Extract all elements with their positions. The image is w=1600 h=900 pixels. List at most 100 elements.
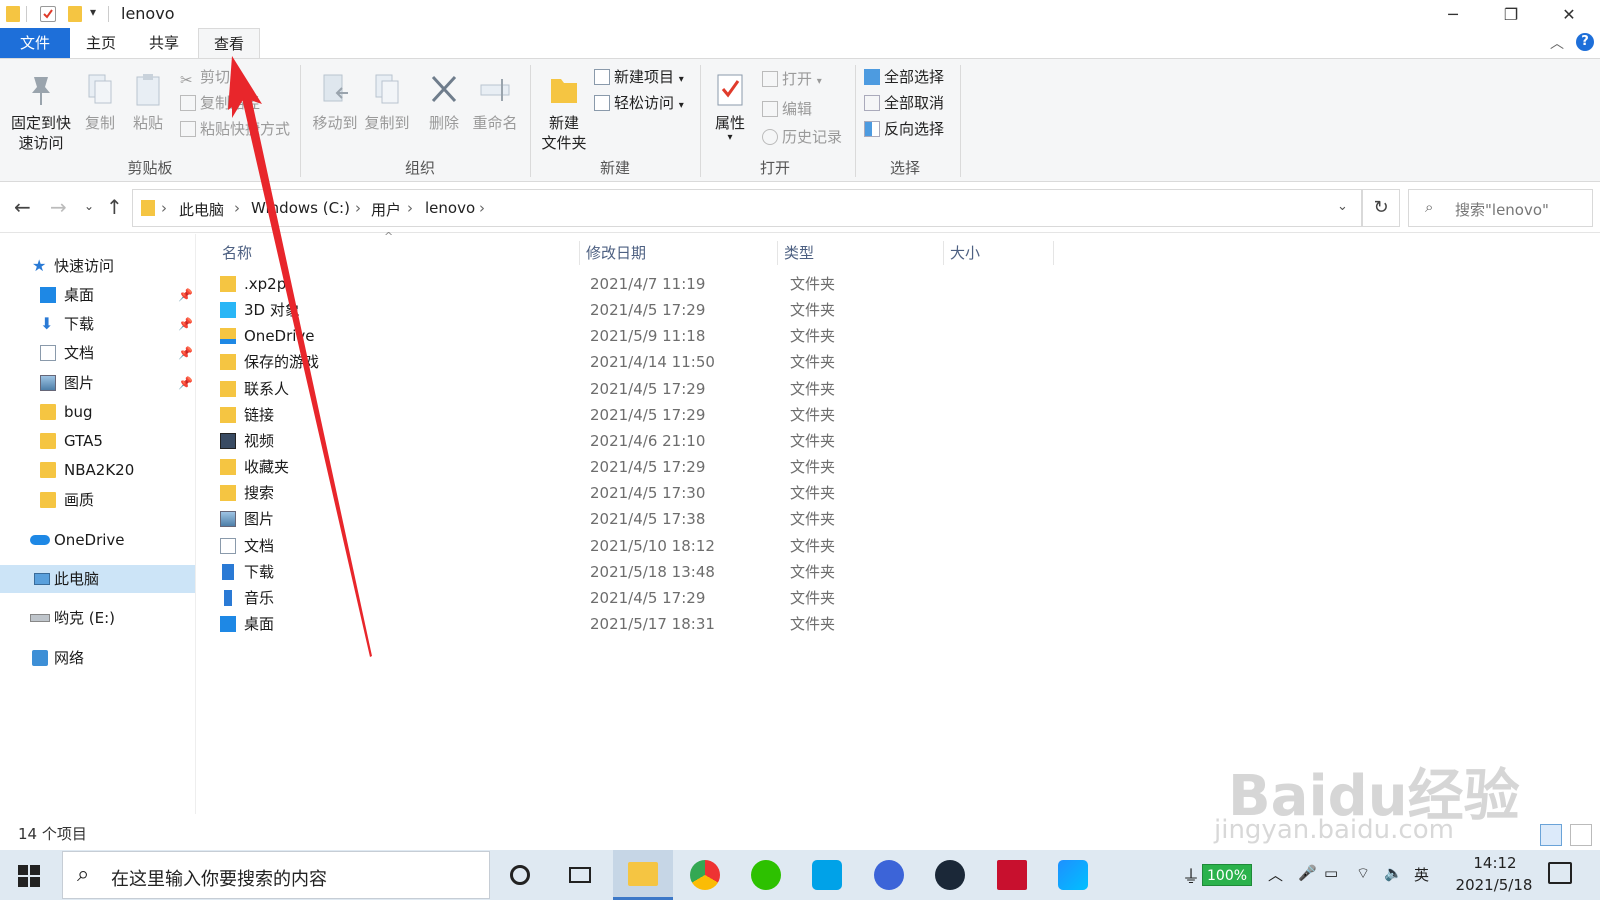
tab-view[interactable]: 查看 [198, 28, 260, 58]
properties-button[interactable]: 属性 ▾ [708, 71, 752, 143]
column-header-type[interactable]: 类型 [778, 241, 944, 265]
pin-icon[interactable]: 📌 [178, 369, 193, 397]
help-icon[interactable]: ? [1576, 33, 1594, 51]
nav-item-quality[interactable]: 画质 [0, 486, 195, 514]
nav-item-gta5[interactable]: GTA5 [0, 427, 195, 455]
refresh-button[interactable]: ↻ [1362, 189, 1400, 227]
column-header-size[interactable]: 大小 [944, 241, 1054, 265]
windows-start-icon[interactable] [18, 865, 40, 887]
cortana-icon[interactable] [490, 850, 550, 900]
file-row[interactable]: 音乐 2021/4/5 17:29 文件夹 [210, 585, 1030, 611]
file-row[interactable]: 链接 2021/4/5 17:29 文件夹 [210, 402, 1030, 428]
cut-button[interactable]: ✂ 剪切 [180, 65, 230, 89]
collapse-ribbon-icon[interactable]: ︿ [1550, 33, 1564, 53]
copy-button[interactable]: 复制 [80, 71, 120, 133]
details-view-icon[interactable] [1540, 824, 1562, 846]
large-icons-view-icon[interactable] [1570, 824, 1592, 846]
up-button[interactable]: ↑ [106, 195, 123, 219]
new-folder-quick-icon[interactable] [68, 6, 82, 22]
edit-button[interactable]: 编辑 [762, 97, 812, 121]
file-row[interactable]: 桌面 2021/5/17 18:31 文件夹 [210, 611, 1030, 637]
file-row[interactable]: 收藏夹 2021/4/5 17:29 文件夹 [210, 454, 1030, 480]
move-to-button[interactable]: 移动到 [310, 71, 360, 133]
customize-toolbar-icon[interactable]: ▾ [90, 5, 96, 19]
pin-icon[interactable]: 📌 [178, 310, 193, 338]
breadcrumb-lenovo[interactable]: lenovo [425, 199, 475, 217]
column-header-modified[interactable]: 修改日期 [580, 241, 778, 265]
nav-this-pc[interactable]: 此电脑 [0, 565, 195, 593]
column-header-name[interactable]: 名称 [216, 241, 580, 265]
nav-item-pictures[interactable]: 图片 📌 [0, 369, 195, 397]
select-none-button[interactable]: 全部取消 [864, 91, 944, 115]
breadcrumb-this-pc[interactable]: 此电脑 [179, 199, 224, 220]
address-bar[interactable]: › 此电脑 › Windows (C:) › 用户 › lenovo › ⌄ [132, 189, 1362, 227]
file-row[interactable]: .xp2p 2021/4/7 11:19 文件夹 [210, 271, 1030, 297]
close-button[interactable]: ✕ [1540, 0, 1598, 28]
file-row[interactable]: 视频 2021/4/6 21:10 文件夹 [210, 428, 1030, 454]
microphone-icon[interactable]: 🎤 [1298, 864, 1317, 882]
ime-indicator[interactable]: 英 [1414, 864, 1429, 885]
chevron-right-icon[interactable]: › [161, 199, 167, 217]
pin-quick-access-button[interactable]: 固定到快 速访问 [6, 71, 76, 153]
recent-locations-button[interactable]: ⌄ [84, 199, 94, 213]
invert-selection-button[interactable]: 反向选择 [864, 117, 944, 141]
taskbar-search-input[interactable]: ⌕ 在这里输入你要搜索的内容 [62, 851, 490, 899]
nav-onedrive[interactable]: OneDrive [0, 526, 195, 554]
pin-icon[interactable]: 📌 [178, 281, 193, 309]
easy-access-button[interactable]: 轻松访问 ▾ [594, 91, 684, 115]
pin-icon[interactable]: 📌 [178, 339, 193, 367]
file-row[interactable]: 搜索 2021/4/5 17:30 文件夹 [210, 480, 1030, 506]
file-row[interactable]: 图片 2021/4/5 17:38 文件夹 [210, 506, 1030, 532]
minimize-button[interactable]: ─ [1424, 0, 1482, 28]
search-input[interactable]: ⌕ 搜索"lenovo" [1408, 189, 1593, 227]
file-row[interactable]: 下载 2021/5/18 13:48 文件夹 [210, 559, 1030, 585]
file-row[interactable]: 文档 2021/5/10 18:12 文件夹 [210, 533, 1030, 559]
open-button[interactable]: 打开 ▾ [762, 67, 822, 91]
nav-item-downloads[interactable]: ⬇ 下载 📌 [0, 310, 195, 338]
chevron-right-icon[interactable]: › [479, 199, 485, 217]
nav-item-bug[interactable]: bug [0, 398, 195, 426]
chevron-right-icon[interactable]: › [355, 199, 361, 217]
battery-icon[interactable]: ▭ [1324, 864, 1338, 882]
new-folder-button[interactable]: 新建 文件夹 [538, 71, 590, 153]
nav-drive-e[interactable]: 哟克 (E:) [0, 604, 195, 632]
breadcrumb-users[interactable]: 用户 [371, 199, 401, 220]
paste-button[interactable]: 粘贴 [128, 71, 168, 133]
properties-quick-icon[interactable] [40, 6, 56, 22]
delete-button[interactable]: 删除 [424, 71, 464, 133]
back-button[interactable]: ← [14, 195, 31, 219]
clock-time[interactable]: 14:12 [1460, 854, 1530, 872]
wifi-icon[interactable]: ⌔ [1356, 864, 1370, 883]
file-row[interactable]: 3D 对象 2021/4/5 17:29 文件夹 [210, 297, 1030, 323]
rename-button[interactable]: 重命名 [470, 71, 520, 133]
battery-indicator[interactable]: 100% [1202, 864, 1253, 886]
chevron-right-icon[interactable]: › [407, 199, 413, 217]
tab-home[interactable]: 主页 [70, 28, 132, 58]
clock-date[interactable]: 2021/5/18 [1444, 876, 1544, 894]
notification-center-icon[interactable] [1548, 862, 1572, 884]
nav-item-documents[interactable]: 文档 📌 [0, 339, 195, 367]
nav-network[interactable]: 网络 [0, 644, 195, 672]
nav-item-desktop[interactable]: 桌面 📌 [0, 281, 195, 309]
chevron-right-icon[interactable]: › [234, 199, 240, 217]
file-explorer-taskbar-icon[interactable] [613, 850, 673, 900]
wechat-icon[interactable] [736, 850, 796, 900]
tab-file[interactable]: 文件 [0, 28, 70, 58]
file-row[interactable]: OneDrive 2021/5/9 11:18 文件夹 [210, 323, 1030, 349]
nav-quick-access[interactable]: ★ 快速访问 [0, 252, 195, 280]
tab-share[interactable]: 共享 [133, 28, 195, 58]
nav-item-nba2k20[interactable]: NBA2K20 [0, 456, 195, 484]
file-row[interactable]: 保存的游戏 2021/4/14 11:50 文件夹 [210, 349, 1030, 375]
copy-to-button[interactable]: 复制到 [362, 71, 412, 133]
paste-shortcut-button[interactable]: 粘贴快捷方式 [180, 117, 290, 141]
task-view-icon[interactable] [550, 850, 610, 900]
address-dropdown-icon[interactable]: ⌄ [1337, 199, 1348, 214]
chrome-icon[interactable] [675, 850, 735, 900]
copy-path-button[interactable]: 复制路径 [180, 91, 260, 115]
star-app-icon[interactable] [859, 850, 919, 900]
nba2k21-icon[interactable] [982, 850, 1042, 900]
new-item-button[interactable]: 新建项目 ▾ [594, 65, 684, 89]
app-blue-icon[interactable] [797, 850, 857, 900]
history-button[interactable]: 历史记录 [762, 125, 842, 149]
file-row[interactable]: 联系人 2021/4/5 17:29 文件夹 [210, 376, 1030, 402]
